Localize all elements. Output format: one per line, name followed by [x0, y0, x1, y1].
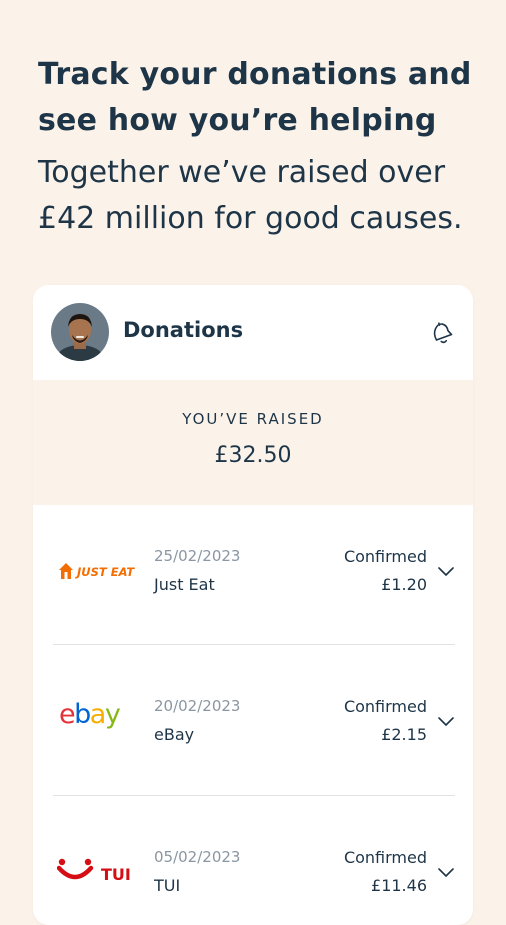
donation-amount: £11.46: [371, 876, 427, 895]
avatar[interactable]: [51, 303, 109, 361]
donation-status: Confirmed: [343, 697, 427, 716]
donation-status: Confirmed: [343, 848, 427, 867]
card-header: Donations: [33, 285, 473, 380]
donation-date: 05/02/2023: [154, 848, 241, 866]
donation-row-tui[interactable]: TUI 05/02/2023 TUI Confirmed £11.46: [33, 806, 473, 925]
svg-text:JUST EAT: JUST EAT: [75, 565, 135, 579]
raised-summary: YOU’VE RAISED £32.50: [33, 380, 473, 505]
just-eat-logo: JUST EAT: [57, 559, 147, 599]
donations-card: Donations YOU’VE RAISED £32.50 JUST EAT …: [33, 285, 473, 925]
card-title: Donations: [123, 318, 244, 342]
raised-amount: £32.50: [214, 443, 292, 468]
row-divider: [53, 644, 455, 645]
donation-status: Confirmed: [343, 547, 427, 566]
donation-merchant: TUI: [154, 876, 181, 895]
donation-date: 25/02/2023: [154, 547, 241, 565]
donation-row-ebay[interactable]: ebay 20/02/2023 eBay Confirmed £2.15: [33, 655, 473, 805]
ebay-logo: ebay: [57, 697, 147, 737]
subheadline: Together we’ve raised over £42 million f…: [38, 155, 463, 236]
donation-date: 20/02/2023: [154, 697, 241, 715]
bell-icon[interactable]: [425, 317, 455, 347]
donation-amount: £2.15: [381, 725, 427, 744]
chevron-down-icon[interactable]: [438, 567, 454, 577]
donation-merchant: eBay: [154, 725, 195, 744]
donation-row-just-eat[interactable]: JUST EAT 25/02/2023 Just Eat Confirmed £…: [33, 505, 473, 655]
raised-label: YOU’VE RAISED: [182, 410, 324, 428]
chevron-down-icon[interactable]: [438, 868, 454, 878]
row-divider: [53, 795, 455, 796]
svg-text:TUI: TUI: [101, 865, 131, 884]
donation-amount: £1.20: [381, 575, 427, 594]
tui-logo: TUI: [56, 856, 147, 896]
chevron-down-icon[interactable]: [438, 717, 454, 727]
svg-text:ebay: ebay: [59, 699, 121, 730]
donation-merchant: Just Eat: [154, 575, 215, 594]
headline: Track your donations and see how you’re …: [38, 57, 472, 138]
